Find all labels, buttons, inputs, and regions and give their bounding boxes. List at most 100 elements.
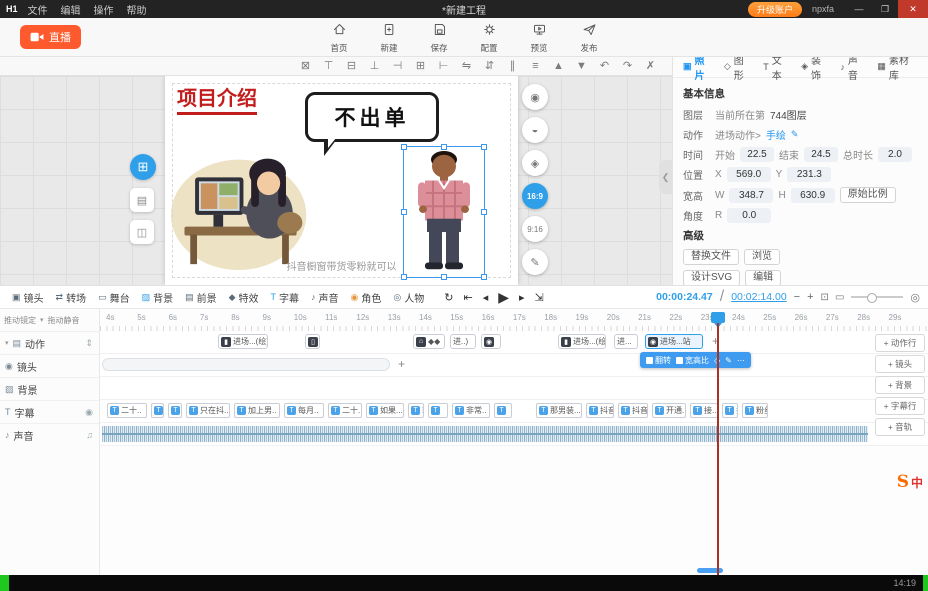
selection-handle[interactable] [401, 274, 407, 280]
canvas-heading-text[interactable]: 项目介绍 [177, 82, 257, 115]
align-top-icon[interactable]: ⊤ [317, 56, 340, 76]
scroll-lock-toggle[interactable]: 推动镜定 [4, 315, 36, 326]
aspect-ratio-checkbox[interactable]: 宽高比 [676, 355, 709, 366]
new-button[interactable]: 新建 [372, 22, 406, 54]
timeline-ruler[interactable]: 4s5s6s7s8s9s10s11s12s13s14s15s16s17s18s1… [100, 309, 928, 332]
grid-button[interactable]: ⊞ [130, 154, 156, 180]
y-field[interactable]: 231.3 [787, 167, 831, 182]
add-subtitle-row-button[interactable]: + 字幕行 [875, 397, 925, 415]
selection-handle[interactable] [481, 209, 487, 215]
edit-svg-button[interactable]: 编辑 [745, 270, 781, 286]
track-label-audio[interactable]: ♪声音♫ [0, 423, 99, 446]
lock-icon[interactable]: ⊠ [294, 56, 317, 76]
action-clip[interactable]: ▮进场...(绘) [218, 334, 268, 349]
menu-item[interactable]: 操作 [94, 6, 114, 17]
save-button[interactable]: 保存 [422, 22, 456, 54]
selection-handle[interactable] [401, 144, 407, 150]
subtitle-clip[interactable]: T开通... [652, 403, 686, 418]
subtitle-clip[interactable]: T [494, 403, 512, 418]
config-button[interactable]: 配置 [472, 22, 506, 54]
canvas[interactable]: 项目介绍 不出单 [165, 76, 518, 285]
more-icon[interactable]: ⋯ [737, 356, 745, 365]
subtitle-clip[interactable]: T二十.. [107, 403, 147, 418]
flip-checkbox[interactable]: 翻转 [646, 355, 671, 366]
add-camera-clip-button[interactable]: + [398, 357, 405, 371]
live-button[interactable]: 直播 [20, 25, 81, 49]
timeline-zoom-slider[interactable] [851, 296, 903, 298]
edit-icon[interactable]: ✎ [725, 356, 732, 365]
timeline-tab-camera[interactable]: ▣镜头 [6, 290, 50, 305]
align-right-icon[interactable]: ⊢ [432, 56, 455, 76]
track-label-action[interactable]: ▾▤动作⇕ [0, 331, 99, 354]
camera-button[interactable]: ◉ [522, 84, 548, 110]
undo-icon[interactable]: ↶ [593, 56, 616, 76]
timeline-tab-background[interactable]: ▨背景 [136, 290, 180, 305]
action-link[interactable]: 手绘 [766, 127, 786, 142]
replace-file-button[interactable]: 替换文件 [683, 249, 739, 265]
minimize-button[interactable]: — [846, 0, 872, 18]
action-clip[interactable]: ◉ [481, 334, 501, 349]
subtitle-clip[interactable]: T加上男.. [234, 403, 280, 418]
next-frame-button[interactable]: ▸ [519, 291, 525, 304]
close-button[interactable]: ✕ [898, 0, 928, 18]
drag-mute-toggle[interactable]: 拖动静音 [48, 315, 80, 326]
ime-badge[interactable]: S 中 [897, 472, 923, 492]
edit-action-icon[interactable]: ✎ [791, 129, 799, 140]
play-button[interactable]: ▶ [498, 289, 509, 306]
subtitle-clip[interactable]: T排.. [722, 403, 738, 418]
subtitle-clip[interactable]: T如果... [366, 403, 404, 418]
action-clip[interactable]: ⌂◆◆ [413, 334, 445, 349]
time-total[interactable]: 00:02:14.00 [731, 291, 786, 303]
track-label-subtitle[interactable]: T字幕◉ [0, 400, 99, 423]
add-background-button[interactable]: + 背景 [875, 376, 925, 394]
ratio-16-9-button[interactable]: 16:9 [522, 183, 548, 209]
align-center-icon[interactable]: ⊞ [409, 56, 432, 76]
timeline-tab-character[interactable]: ◎人物 [387, 290, 430, 305]
selection-handle[interactable] [481, 144, 487, 150]
timeline-tab-transition[interactable]: ⇄转场 [50, 290, 93, 305]
menu-item[interactable]: 文件 [28, 6, 48, 17]
timeline-tab-subtitle[interactable]: T字幕 [265, 290, 306, 305]
bring-forward-icon[interactable]: ▲ [547, 56, 570, 76]
draw-button[interactable]: ✎ [522, 249, 548, 275]
lock-button[interactable]: ◈ [522, 150, 548, 176]
x-field[interactable]: 569.0 [727, 167, 771, 182]
rotation-field[interactable]: 0.0 [727, 208, 771, 223]
design-svg-button[interactable]: 设计SVG [683, 270, 740, 286]
menu-item[interactable]: 编辑 [61, 6, 81, 17]
selection-handle[interactable] [481, 274, 487, 280]
track-label-background[interactable]: ▨背景 [0, 377, 99, 400]
add-camera-button[interactable]: + 镜头 [875, 355, 925, 373]
subtitle-clip[interactable]: T [151, 403, 164, 418]
maximize-button[interactable]: ❐ [872, 0, 898, 18]
magnifier-button[interactable]: ◎ [910, 291, 920, 304]
timeline-tab-foreground[interactable]: ▤前景 [179, 290, 223, 305]
preview-button[interactable]: 预览 [522, 22, 556, 54]
subtitle-clip[interactable]: T非常.. [452, 403, 490, 418]
selected-clip[interactable]: ◉进场...站 [645, 334, 703, 349]
subtitle-clip[interactable]: T [168, 403, 182, 418]
fullscreen-button[interactable]: ⇲ [535, 291, 544, 304]
action-clip[interactable]: 进..) [450, 334, 476, 349]
redo-icon[interactable]: ↷ [616, 56, 639, 76]
camera-clip[interactable] [102, 358, 390, 371]
add-audio-track-button[interactable]: + 音轨 [875, 418, 925, 436]
subtitle-clip[interactable]: T每月.. [284, 403, 324, 418]
subtitle-track-option-icon[interactable]: ◉ [85, 407, 93, 418]
username[interactable]: npxfa [812, 4, 834, 14]
home-button[interactable]: 首页 [322, 22, 356, 54]
browse-button[interactable]: 浏览 [744, 249, 780, 265]
send-backward-icon[interactable]: ▼ [570, 56, 593, 76]
publish-button[interactable]: 发布 [572, 22, 606, 54]
flip-vertical-icon[interactable]: ⇵ [478, 56, 501, 76]
selection-handle[interactable] [441, 274, 447, 280]
ratio-9-16-button[interactable]: 9:16 [522, 216, 548, 242]
loop-button[interactable]: ↻ [444, 291, 453, 304]
timeline-tab-sound[interactable]: ♪声音 [305, 290, 345, 305]
action-clip[interactable]: 进... [614, 334, 638, 349]
chevron-down-icon[interactable]: ▾ [40, 316, 44, 324]
add-action-row-button[interactable]: + 动作行 [875, 334, 925, 352]
subtitle-clip[interactable]: T接.. [690, 403, 718, 418]
distribute-vertical-icon[interactable]: ≡ [524, 56, 547, 76]
chevron-down-icon[interactable]: ▾ [5, 339, 9, 347]
